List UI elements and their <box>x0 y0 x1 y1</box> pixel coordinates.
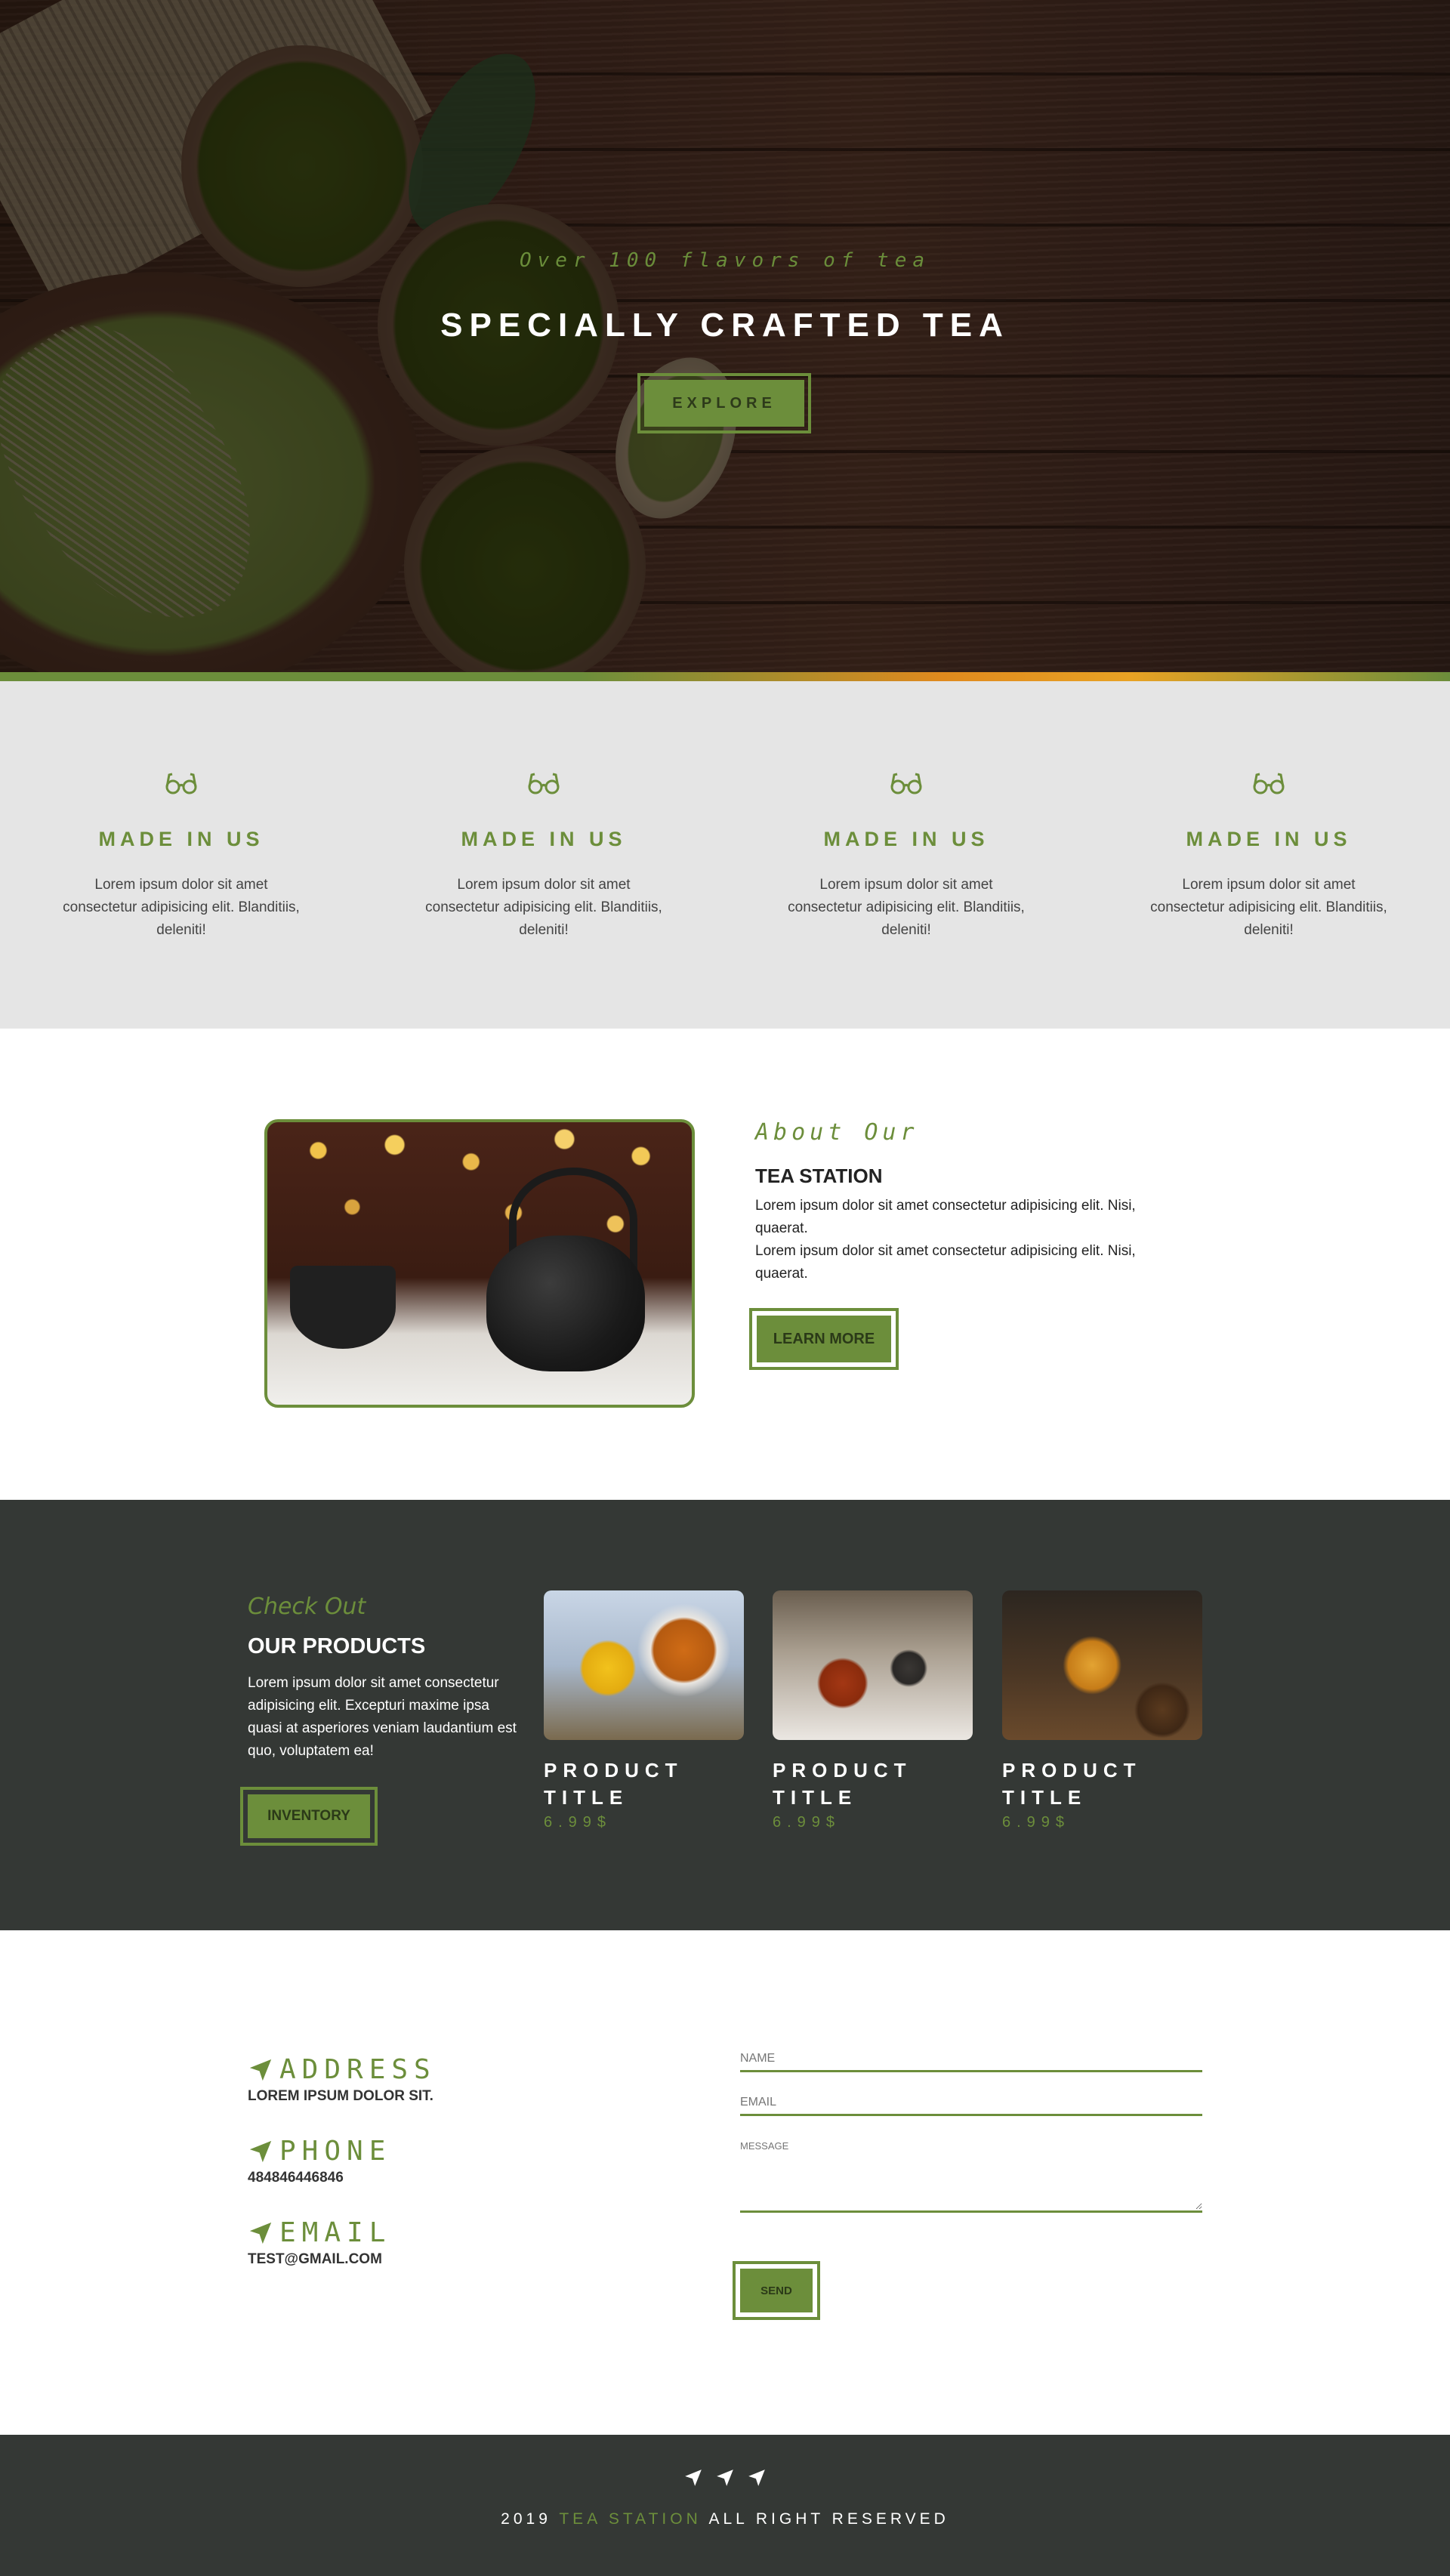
email-input[interactable] <box>740 2092 1202 2113</box>
inventory-button-label: INVENTORY <box>248 1794 370 1838</box>
name-field-wrapper <box>740 2048 1202 2072</box>
message-field-wrapper <box>740 2137 1202 2213</box>
feature-title: MADE IN US <box>98 828 264 850</box>
explore-button-label: EXPLORE <box>644 380 804 427</box>
product-card[interactable]: PRODUCT TITLE 6.99$ <box>544 1590 744 1831</box>
footer-brand: TEA STATION <box>559 2510 702 2528</box>
send-button-label: SEND <box>740 2269 813 2312</box>
location-arrow-icon[interactable] <box>715 2468 735 2488</box>
learn-more-button-label: LEARN MORE <box>757 1316 891 1362</box>
products-text: Lorem ipsum dolor sit amet consectetur a… <box>248 1675 517 1759</box>
product-card[interactable]: PRODUCT TITLE 6.99$ <box>1002 1590 1202 1831</box>
teacup-shape <box>290 1266 396 1349</box>
feature-card: MADE IN US Lorem ipsum dolor sit amet co… <box>785 772 1027 942</box>
product-image[interactable] <box>773 1590 973 1740</box>
hero-content: Over 100 flavors of tea SPECIALLY CRAFTE… <box>0 0 1450 672</box>
location-arrow-icon <box>249 2140 272 2162</box>
address-value: LOREM IPSUM DOLOR SIT. <box>248 2088 433 2104</box>
product-price: 6.99$ <box>773 1814 841 1831</box>
feature-card: MADE IN US Lorem ipsum dolor sit amet co… <box>60 772 302 942</box>
product-price: 6.99$ <box>1002 1814 1071 1831</box>
inventory-button[interactable]: INVENTORY <box>240 1787 378 1846</box>
feature-title: MADE IN US <box>823 828 989 850</box>
glasses-icon <box>165 773 197 794</box>
feature-title: MADE IN US <box>1186 828 1352 850</box>
email-field-wrapper <box>740 2092 1202 2116</box>
phone-value: 484846446846 <box>248 2170 344 2186</box>
product-title: PRODUCT TITLE <box>544 1759 683 1809</box>
feature-card: MADE IN US Lorem ipsum dolor sit amet co… <box>1148 772 1390 942</box>
about-paragraph: Lorem ipsum dolor sit amet consectetur a… <box>755 1243 1136 1282</box>
send-button[interactable]: SEND <box>733 2261 820 2320</box>
location-arrow-icon[interactable] <box>747 2468 767 2488</box>
location-arrow-icon <box>249 2059 272 2081</box>
about-subtitle: TEA STATION <box>755 1165 883 1187</box>
footer: 2019 TEA STATION ALL RIGHT RESERVED <box>0 2435 1450 2576</box>
email-block: EMAIL TEST@GMAIL.COM <box>248 2217 391 2268</box>
hero-subtitle: Over 100 flavors of tea <box>519 249 931 272</box>
about-section: About Our TEA STATION Lorem ipsum dolor … <box>0 1029 1450 1500</box>
footer-rights: ALL RIGHT RESERVED <box>708 2510 949 2528</box>
feature-text: Lorem ipsum dolor sit amet consectetur a… <box>1150 877 1387 938</box>
email-heading: EMAIL <box>248 2217 391 2248</box>
products-section: Check Out OUR PRODUCTS Lorem ipsum dolor… <box>0 1500 1450 1930</box>
location-arrow-icon[interactable] <box>683 2468 703 2488</box>
about-title: About Our <box>755 1119 919 1146</box>
footer-social-icons <box>0 2468 1450 2488</box>
feature-text: Lorem ipsum dolor sit amet consectetur a… <box>788 877 1025 938</box>
learn-more-button[interactable]: LEARN MORE <box>749 1308 899 1370</box>
product-title: PRODUCT TITLE <box>773 1759 912 1809</box>
location-arrow-icon <box>249 2222 272 2244</box>
phone-label: PHONE <box>279 2136 392 2167</box>
product-image[interactable] <box>544 1590 744 1740</box>
product-image[interactable] <box>1002 1590 1202 1740</box>
glasses-icon <box>1253 773 1285 794</box>
address-heading: ADDRESS <box>248 2054 437 2085</box>
features-section: MADE IN US Lorem ipsum dolor sit amet co… <box>0 681 1450 1029</box>
feature-title: MADE IN US <box>461 828 627 850</box>
product-card[interactable]: PRODUCT TITLE 6.99$ <box>773 1590 973 1831</box>
name-input[interactable] <box>740 2048 1202 2069</box>
explore-button[interactable]: EXPLORE <box>637 373 811 433</box>
about-text: Lorem ipsum dolor sit amet consectetur a… <box>755 1195 1178 1285</box>
contact-section: ADDRESS LOREM IPSUM DOLOR SIT. PHONE 484… <box>0 1930 1450 2435</box>
footer-year: 2019 <box>501 2510 551 2528</box>
teapot-image <box>264 1119 695 1408</box>
phone-heading: PHONE <box>248 2136 391 2167</box>
product-title: PRODUCT TITLE <box>1002 1759 1142 1809</box>
hero-title: SPECIALLY CRAFTED TEA <box>440 307 1010 344</box>
email-value: TEST@GMAIL.COM <box>248 2251 382 2267</box>
email-label: EMAIL <box>279 2217 392 2248</box>
teapot-shape <box>486 1236 645 1371</box>
hero-divider-bar <box>0 672 1450 681</box>
phone-block: PHONE 484846446846 <box>248 2136 391 2186</box>
product-price: 6.99$ <box>544 1814 612 1831</box>
feature-text: Lorem ipsum dolor sit amet consectetur a… <box>63 877 300 938</box>
address-block: ADDRESS LOREM IPSUM DOLOR SIT. <box>248 2054 437 2105</box>
address-label: ADDRESS <box>279 2054 437 2085</box>
about-paragraph: Lorem ipsum dolor sit amet consectetur a… <box>755 1198 1136 1236</box>
footer-copyright: 2019 TEA STATION ALL RIGHT RESERVED <box>0 2510 1450 2528</box>
glasses-icon <box>528 773 560 794</box>
feature-text: Lorem ipsum dolor sit amet consectetur a… <box>425 877 662 938</box>
feature-card: MADE IN US Lorem ipsum dolor sit amet co… <box>423 772 665 942</box>
glasses-icon <box>890 773 922 794</box>
products-heading: OUR PRODUCTS <box>248 1634 426 1658</box>
hero-section: Over 100 flavors of tea SPECIALLY CRAFTE… <box>0 0 1450 672</box>
message-textarea[interactable] <box>740 2137 1202 2210</box>
products-kicker: Check Out <box>248 1593 366 1620</box>
